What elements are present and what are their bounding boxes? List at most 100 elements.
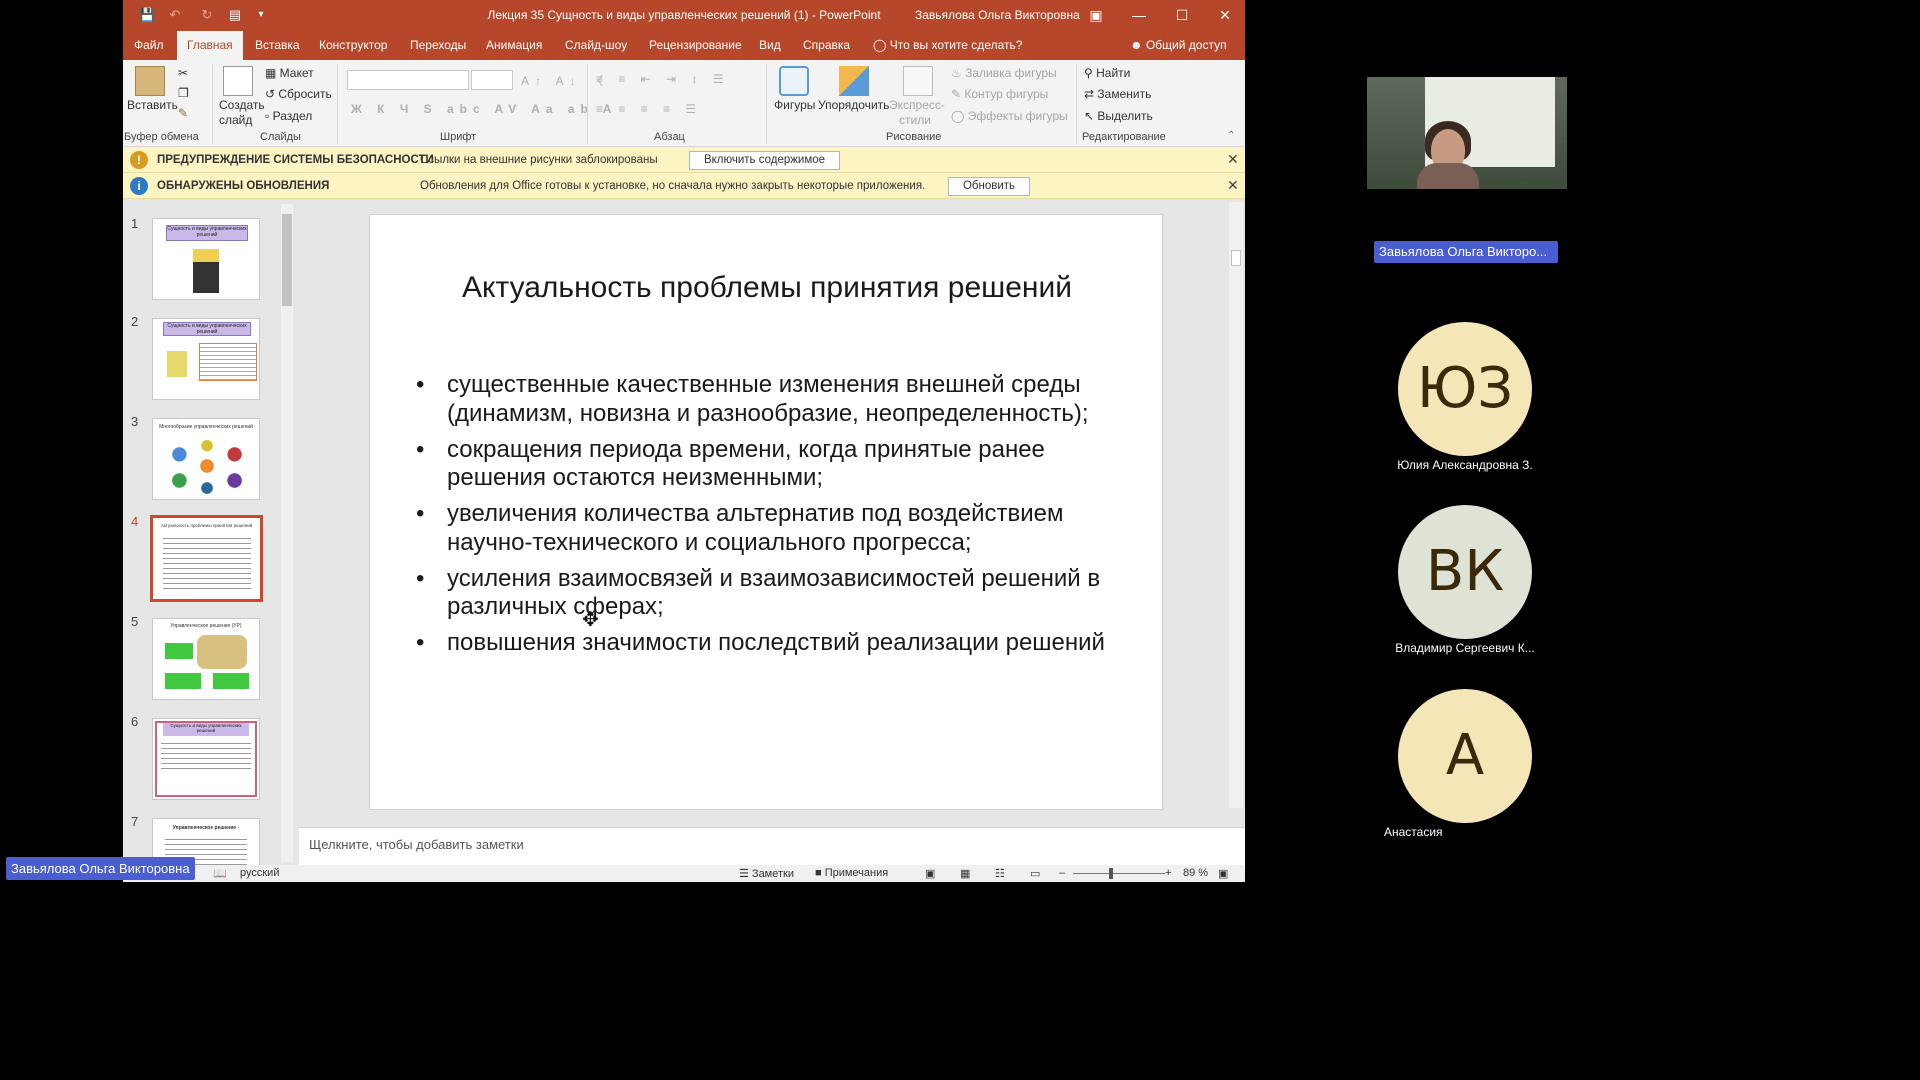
- shape-fill-label: Заливка фигуры: [965, 66, 1057, 80]
- powerpoint-window: 💾 ↶ ↻ ▤ ▾ Лекция 35 Сущность и виды упра…: [123, 0, 1245, 882]
- bullet-item: увеличения количества альтернатив под во…: [416, 500, 1116, 557]
- zoom-in-button[interactable]: +: [1165, 867, 1171, 879]
- slide-thumbnail-4[interactable]: Актуальность проблемы принятия решений: [150, 515, 263, 602]
- slide-sorter-icon[interactable]: ▦: [960, 867, 970, 880]
- slide-scrollbar[interactable]: [1229, 202, 1243, 808]
- reset-button[interactable]: ↺ Сбросить: [265, 87, 332, 101]
- normal-view-icon[interactable]: ▣: [925, 867, 935, 880]
- thumbnail-title: Управленческое решение -: [172, 825, 240, 831]
- paste-icon[interactable]: [135, 66, 165, 96]
- select-button[interactable]: ↖ Выделить: [1084, 109, 1153, 123]
- tab-file[interactable]: Файл: [132, 31, 166, 60]
- slide-thumbnail-6[interactable]: Сущность и виды управленческих решений: [152, 718, 260, 800]
- replace-button[interactable]: ⇄ Заменить: [1084, 87, 1151, 101]
- thumbnail-number: 2: [131, 314, 139, 329]
- shape-effects-button[interactable]: ◯ Эффекты фигуры: [951, 109, 1068, 123]
- enable-content-button[interactable]: Включить содержимое: [689, 151, 840, 170]
- thumbnail-number: 7: [131, 814, 139, 829]
- tab-slideshow[interactable]: Слайд-шоу: [563, 31, 629, 60]
- shape-fill-button[interactable]: ♨ Заливка фигуры: [951, 66, 1057, 80]
- shapes-icon[interactable]: [779, 66, 809, 96]
- share-button[interactable]: ☻ Общий доступ: [1130, 31, 1227, 60]
- scrollbar-thumb[interactable]: [1231, 250, 1241, 266]
- tab-insert[interactable]: Вставка: [253, 31, 302, 60]
- tab-transitions[interactable]: Переходы: [408, 31, 468, 60]
- start-slideshow-icon[interactable]: ▤: [227, 7, 243, 23]
- font-size-field[interactable]: [471, 70, 513, 90]
- spellcheck-icon[interactable]: 📖: [213, 867, 227, 880]
- presenter-name-label: Завьялова Ольга Викторовна: [6, 857, 195, 880]
- slide-thumbnail-3[interactable]: Многообразие управленческих решений: [152, 418, 260, 500]
- customize-toolbar-icon[interactable]: ▾: [253, 7, 269, 23]
- fit-slide-icon[interactable]: ▣: [1218, 867, 1228, 880]
- shapes-button[interactable]: Фигуры: [774, 98, 815, 112]
- minimize-button[interactable]: —: [1125, 4, 1153, 26]
- participant-avatar[interactable]: ЮЗ: [1398, 322, 1532, 456]
- replace-label: Заменить: [1097, 87, 1152, 101]
- collapse-ribbon-icon[interactable]: ⌃: [1227, 130, 1235, 141]
- comments-toggle[interactable]: ■ Примечания: [815, 867, 888, 879]
- tab-review[interactable]: Рецензирование: [647, 31, 744, 60]
- account-name[interactable]: Завьялова Ольга Викторовна: [915, 8, 1080, 22]
- redo-icon[interactable]: ↻: [199, 7, 215, 23]
- zoom-slider[interactable]: [1073, 873, 1165, 874]
- slide-title[interactable]: Актуальность проблемы принятия решений: [370, 271, 1164, 305]
- slide-bullet-list[interactable]: существенные качественные изменения внеш…: [416, 371, 1116, 665]
- copy-icon[interactable]: ❐: [178, 86, 189, 100]
- bullet-item: существенные качественные изменения внеш…: [416, 371, 1116, 428]
- shape-outline-button[interactable]: ✎ Контур фигуры: [951, 87, 1048, 101]
- close-button[interactable]: ✕: [1211, 4, 1239, 26]
- maximize-button[interactable]: ☐: [1168, 4, 1196, 26]
- zoom-out-button[interactable]: –: [1059, 867, 1065, 879]
- group-clipboard-label: Буфер обмена: [124, 131, 199, 143]
- section-button[interactable]: ▫ Раздел: [265, 109, 312, 123]
- pen-icon: ✎: [951, 87, 965, 101]
- slideshow-view-icon[interactable]: ▭: [1030, 867, 1040, 880]
- effects-icon: ◯: [951, 109, 968, 123]
- zoom-level[interactable]: 89 %: [1183, 867, 1208, 879]
- font-name-field[interactable]: [347, 70, 469, 90]
- ribbon-display-options-icon[interactable]: ▣: [1082, 4, 1110, 26]
- tab-help[interactable]: Справка: [801, 31, 852, 60]
- arrange-icon[interactable]: [839, 66, 869, 96]
- tab-home[interactable]: Главная: [177, 31, 243, 60]
- save-icon[interactable]: 💾: [139, 7, 155, 23]
- notes-toggle[interactable]: ☰ Заметки: [739, 867, 794, 880]
- tab-animations[interactable]: Анимация: [484, 31, 544, 60]
- close-icon[interactable]: ✕: [1227, 177, 1239, 194]
- updates-title: ОБНАРУЖЕНЫ ОБНОВЛЕНИЯ: [157, 180, 330, 192]
- tab-view[interactable]: Вид: [757, 31, 783, 60]
- slide-thumbnail-2[interactable]: Сущность и виды управленческих решений: [152, 318, 260, 400]
- reading-view-icon[interactable]: ☷: [995, 867, 1005, 880]
- thumbnail-title: Управленческое решение (УР): [170, 623, 242, 629]
- align-icons[interactable]: ≡ ≡ ≡ ≡ ☰: [596, 102, 702, 116]
- arrange-button[interactable]: Упорядочить: [818, 98, 889, 112]
- quick-styles-button[interactable]: Экспресс-стили: [889, 98, 945, 128]
- current-slide[interactable]: Актуальность проблемы принятия решений с…: [369, 214, 1163, 810]
- paste-button[interactable]: Вставить: [127, 98, 178, 112]
- new-slide-button[interactable]: Создать слайд: [219, 98, 265, 128]
- update-button[interactable]: Обновить: [948, 177, 1030, 196]
- font-format-icons[interactable]: Ж К Ч S abc AV Aa ab A: [351, 102, 617, 116]
- find-button[interactable]: ⚲ Найти: [1084, 66, 1130, 80]
- slide-thumbnail-5[interactable]: Управленческое решение (УР): [152, 618, 260, 700]
- list-icons[interactable]: ≡ ≡ ⇤ ⇥ ↕ ☰: [596, 72, 730, 86]
- tell-me-search[interactable]: ◯ Что вы хотите сделать?: [873, 31, 1022, 60]
- zoom-slider-handle[interactable]: [1109, 868, 1113, 879]
- format-painter-icon[interactable]: ✎: [178, 106, 188, 120]
- layout-button[interactable]: ▦ Макет: [265, 66, 314, 80]
- notes-pane[interactable]: Щелкните, чтобы добавить заметки: [299, 827, 1245, 865]
- undo-icon[interactable]: ↶: [167, 7, 183, 23]
- close-icon[interactable]: ✕: [1227, 151, 1239, 168]
- participant-avatar[interactable]: ВК: [1398, 505, 1532, 639]
- thumbnails-scrollbar[interactable]: [281, 204, 293, 862]
- slide-thumbnail-1[interactable]: Сущность и виды управленческих решений: [152, 218, 260, 300]
- participant-avatar[interactable]: А: [1398, 689, 1532, 823]
- language-indicator[interactable]: русский: [240, 867, 279, 879]
- cut-icon[interactable]: ✂: [178, 66, 188, 80]
- section-icon: ▫: [265, 109, 273, 123]
- tab-design[interactable]: Конструктор: [317, 31, 389, 60]
- scrollbar-thumb[interactable]: [282, 214, 292, 306]
- new-slide-icon[interactable]: [223, 66, 253, 96]
- quick-styles-icon[interactable]: [903, 66, 933, 96]
